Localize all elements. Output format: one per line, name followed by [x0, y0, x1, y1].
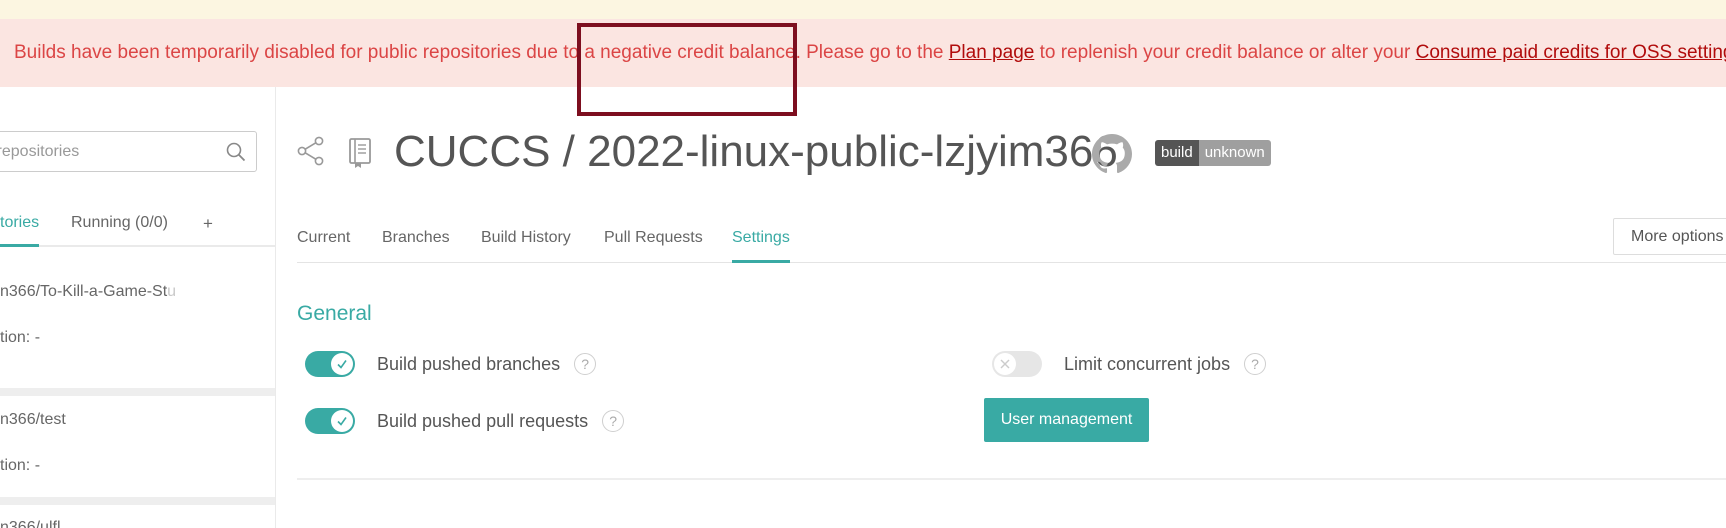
setting-label: Build pushed branches [377, 353, 561, 374]
repo-book-icon [347, 137, 373, 169]
divider [297, 478, 1726, 480]
oss-setting-link[interactable]: Consume paid credits for OSS setting [1416, 42, 1726, 63]
banner-text-middle: to replenish your credit balance or alte… [1034, 42, 1416, 63]
setting-build-pushed-branches: Build pushed branches ? [305, 350, 597, 378]
repo-duration: tion: - [0, 457, 41, 474]
repo-duration: tion: - [0, 329, 41, 346]
toggle-limit-concurrent-jobs[interactable] [992, 351, 1042, 377]
setting-label: Limit concurrent jobs [1064, 353, 1231, 374]
share-icon[interactable] [297, 136, 325, 166]
repo-title: CUCCS / 2022-linux-public-lzjyim366 [394, 127, 1118, 176]
help-icon[interactable]: ? [574, 353, 597, 375]
help-icon[interactable]: ? [1244, 353, 1267, 375]
x-icon [994, 353, 1016, 375]
repo-name-text: n366/To-Kill-a-Game-St [0, 283, 168, 300]
help-icon[interactable]: ? [602, 410, 625, 432]
tab-build-history[interactable]: Build History [481, 227, 571, 263]
setting-build-pushed-pull-requests: Build pushed pull requests ? [305, 407, 625, 435]
divider [0, 497, 275, 505]
repo-tabs: Current Branches Build History Pull Requ… [297, 227, 1726, 263]
setting-label: Build pushed pull requests [377, 410, 589, 431]
sidebar: tories Running (0/0) + n366/To-Kill-a-Ga… [0, 87, 276, 528]
repo-name[interactable]: n366/ulfl [0, 519, 61, 528]
sidebar-tabs: tories Running (0/0) + [0, 214, 275, 247]
tab-settings[interactable]: Settings [732, 227, 790, 263]
divider [0, 388, 275, 396]
repo-name[interactable]: n366/test [0, 411, 66, 429]
credit-warning-banner: Builds have been temporarily disabled fo… [0, 19, 1726, 87]
tab-running[interactable]: Running (0/0) [71, 214, 168, 247]
check-icon [331, 410, 353, 432]
setting-limit-concurrent-jobs: Limit concurrent jobs ? [992, 350, 1267, 378]
tab-current[interactable]: Current [297, 227, 350, 263]
top-strip [0, 0, 1726, 19]
tab-pull-requests[interactable]: Pull Requests [604, 227, 703, 263]
list-item[interactable]: n366/ulfl [0, 505, 275, 528]
add-repository-button[interactable]: + [203, 214, 213, 247]
search-box[interactable] [0, 131, 257, 172]
user-management-button[interactable]: User management [984, 398, 1149, 442]
toggle-build-pushed-branches[interactable] [305, 351, 355, 377]
list-item[interactable]: n366/test tion: - [0, 396, 275, 488]
github-icon[interactable] [1092, 134, 1132, 174]
badge-label: build [1155, 140, 1199, 166]
repo-name[interactable]: n366/To-Kill-a-Game-Stu [0, 283, 176, 301]
build-status-badge[interactable]: build unknown [1155, 140, 1271, 166]
toggle-build-pushed-pull-requests[interactable] [305, 408, 355, 434]
repo-name-fade: u [167, 283, 177, 300]
banner-text-before: Builds have been temporarily disabled fo… [14, 42, 949, 63]
list-item[interactable]: n366/To-Kill-a-Game-Stu tion: - [0, 267, 275, 367]
section-title-general: General [297, 302, 372, 325]
main-content: CUCCS / 2022-linux-public-lzjyim366 buil… [276, 87, 1726, 528]
plan-page-link[interactable]: Plan page [949, 42, 1035, 63]
more-options-button[interactable]: More options [1613, 218, 1726, 255]
check-icon [331, 353, 353, 375]
tab-branches[interactable]: Branches [382, 227, 450, 263]
tab-my-repositories[interactable]: tories [0, 214, 40, 247]
search-input[interactable] [0, 132, 211, 171]
badge-status: unknown [1198, 140, 1271, 166]
search-icon[interactable] [226, 142, 246, 162]
